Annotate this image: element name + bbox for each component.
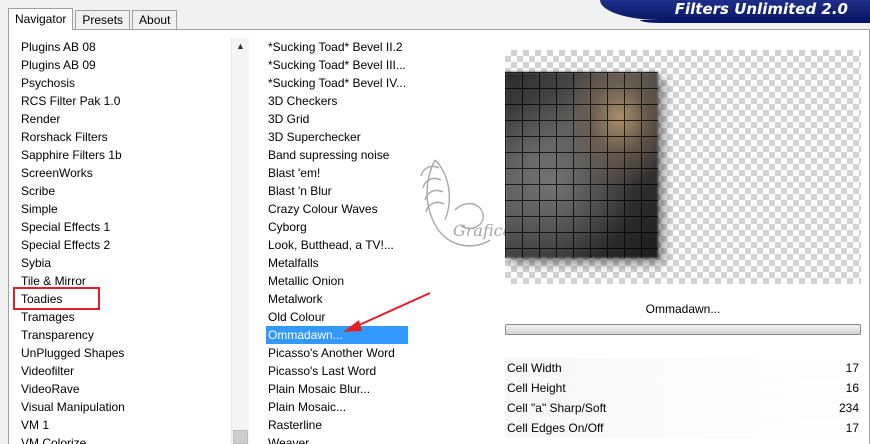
param-label: Cell "a" Sharp/Soft (507, 401, 607, 415)
tab-navigator[interactable]: Navigator (8, 8, 74, 30)
category-list: Plugins AB 08 Plugins AB 09 Psychosis RC… (21, 38, 125, 444)
app-banner: Filters Unlimited 2.0 (600, 0, 870, 20)
filter-item[interactable]: Look, Butthead, a TV!... (266, 236, 408, 254)
param-value: 16 (845, 381, 859, 395)
param-cell-edges[interactable]: Cell Edges On/Off 17 (505, 418, 861, 438)
category-item[interactable]: Sapphire Filters 1b (21, 146, 125, 164)
filter-item[interactable]: *Sucking Toad* Bevel IV... (266, 74, 408, 92)
filter-list: *Sucking Toad* Bevel II.2 *Sucking Toad*… (266, 38, 409, 444)
filter-item[interactable]: Plain Mosaic... (266, 398, 408, 416)
filter-item[interactable]: Blast 'n Blur (266, 182, 408, 200)
category-item[interactable]: Sybia (21, 254, 125, 272)
category-item[interactable]: Rorshack Filters (21, 128, 125, 146)
param-label: Cell Height (507, 381, 566, 395)
category-item[interactable]: Psychosis (21, 74, 125, 92)
progress-bar (505, 324, 861, 335)
banner-underline (640, 20, 870, 23)
filter-item[interactable]: 3D Checkers (266, 92, 408, 110)
category-item[interactable]: RCS Filter Pak 1.0 (21, 92, 125, 110)
filter-item[interactable]: Metallic Onion (266, 272, 408, 290)
param-value: 234 (838, 401, 859, 415)
tab-about[interactable]: About (132, 10, 178, 30)
category-item[interactable]: VM 1 (21, 416, 125, 434)
filter-item[interactable]: Picasso's Last Word (266, 362, 408, 380)
param-cell-height[interactable]: Cell Height 16 (505, 378, 861, 398)
category-item[interactable]: Visual Manipulation (21, 398, 125, 416)
parameter-list: Cell Width 17 Cell Height 16 Cell "a" Sh… (505, 358, 861, 438)
category-item[interactable]: Tramages (21, 308, 125, 326)
filter-item[interactable]: Cyborg (266, 218, 408, 236)
tab-presets[interactable]: Presets (75, 10, 131, 30)
category-item[interactable]: Scribe (21, 182, 125, 200)
param-value: 17 (845, 421, 859, 435)
filter-item[interactable]: Crazy Colour Waves (266, 200, 408, 218)
annotation-arrow-icon (343, 292, 431, 332)
selected-category-highlight (13, 287, 100, 310)
category-item[interactable]: Render (21, 110, 125, 128)
filter-item[interactable]: *Sucking Toad* Bevel II.2 (266, 38, 408, 56)
preview-canvas[interactable] (505, 50, 861, 284)
filter-item[interactable]: Picasso's Another Word (266, 344, 408, 362)
category-item[interactable]: Plugins AB 08 (21, 38, 125, 56)
category-item[interactable]: UnPlugged Shapes (21, 344, 125, 362)
param-value: 17 (845, 361, 859, 375)
filter-item[interactable]: Weaver (266, 434, 408, 444)
tab-bar: Navigator Presets About (8, 8, 179, 30)
category-item[interactable]: Plugins AB 09 (21, 56, 125, 74)
category-item[interactable]: VM Colorize (21, 434, 125, 444)
filter-item[interactable]: *Sucking Toad* Bevel III... (266, 56, 408, 74)
category-item[interactable]: Special Effects 2 (21, 236, 125, 254)
effect-name-label: Ommadawn... (645, 302, 721, 316)
scroll-thumb[interactable] (233, 430, 248, 444)
filter-item[interactable]: 3D Grid (266, 110, 408, 128)
category-item[interactable]: Videofilter (21, 362, 125, 380)
param-cell-width[interactable]: Cell Width 17 (505, 358, 861, 378)
filter-item[interactable]: 3D Superchecker (266, 128, 408, 146)
param-label: Cell Width (507, 361, 562, 375)
filter-item[interactable]: Metalfalls (266, 254, 408, 272)
category-item[interactable]: ScreenWorks (21, 164, 125, 182)
param-cell-sharp-soft[interactable]: Cell "a" Sharp/Soft 234 (505, 398, 861, 418)
category-scrollbar[interactable]: ▲ (231, 38, 249, 444)
filter-item[interactable]: Plain Mosaic Blur... (266, 380, 408, 398)
preview-mosaic-grid (505, 72, 658, 258)
category-item[interactable]: Simple (21, 200, 125, 218)
category-item[interactable]: Special Effects 1 (21, 218, 125, 236)
param-label: Cell Edges On/Off (507, 421, 604, 435)
category-item[interactable]: Transparency (21, 326, 125, 344)
filter-item[interactable]: Rasterline (266, 416, 408, 434)
category-item[interactable]: VideoRave (21, 380, 125, 398)
filter-item[interactable]: Band supressing noise (266, 146, 408, 164)
filter-item[interactable]: Blast 'em! (266, 164, 408, 182)
scroll-up-arrow-icon[interactable]: ▲ (232, 38, 249, 55)
